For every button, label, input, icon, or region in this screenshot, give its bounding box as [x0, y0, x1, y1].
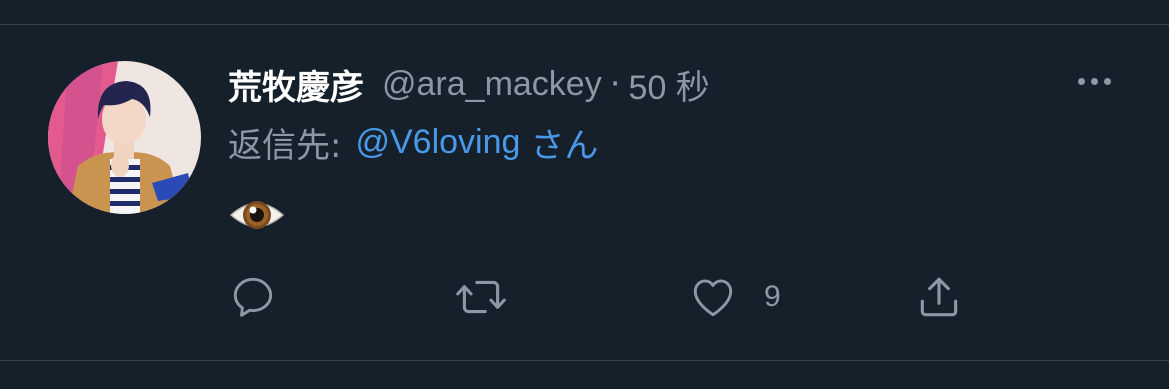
retweet-icon	[456, 280, 506, 314]
more-dot-icon	[1103, 77, 1111, 85]
replying-to: 返信先: @V6loving さん	[228, 116, 598, 168]
user-handle[interactable]: @ara_mackey	[382, 65, 602, 104]
retweet-button[interactable]	[454, 268, 508, 326]
separator-dot: ·	[609, 64, 621, 104]
share-icon	[920, 277, 958, 317]
timestamp[interactable]: 50 秒	[629, 60, 710, 109]
tweet-actions: 9	[228, 268, 988, 326]
share-button[interactable]	[914, 268, 964, 326]
more-options-button[interactable]	[1066, 66, 1122, 96]
avatar-image	[48, 61, 201, 214]
tweet-header: 荒牧慶彦 @ara_mackey · 50 秒	[228, 56, 710, 112]
more-dot-icon	[1090, 77, 1098, 85]
display-name[interactable]: 荒牧慶彦	[228, 60, 364, 109]
bottom-divider	[0, 360, 1169, 361]
reply-to-handle-link[interactable]: @V6loving	[355, 123, 520, 162]
reply-button[interactable]	[228, 268, 278, 326]
eye-emoji-icon	[229, 201, 285, 229]
tweet-body	[228, 190, 288, 242]
like-count: 9	[764, 280, 781, 313]
reply-suffix-label: さん	[530, 125, 599, 166]
avatar[interactable]	[48, 61, 201, 214]
like-button[interactable]: 9	[688, 268, 781, 326]
reply-icon	[233, 277, 273, 317]
reply-prefix-label: 返信先:	[228, 125, 342, 166]
more-dot-icon	[1077, 77, 1085, 85]
heart-icon	[693, 279, 733, 317]
top-divider	[0, 24, 1169, 25]
